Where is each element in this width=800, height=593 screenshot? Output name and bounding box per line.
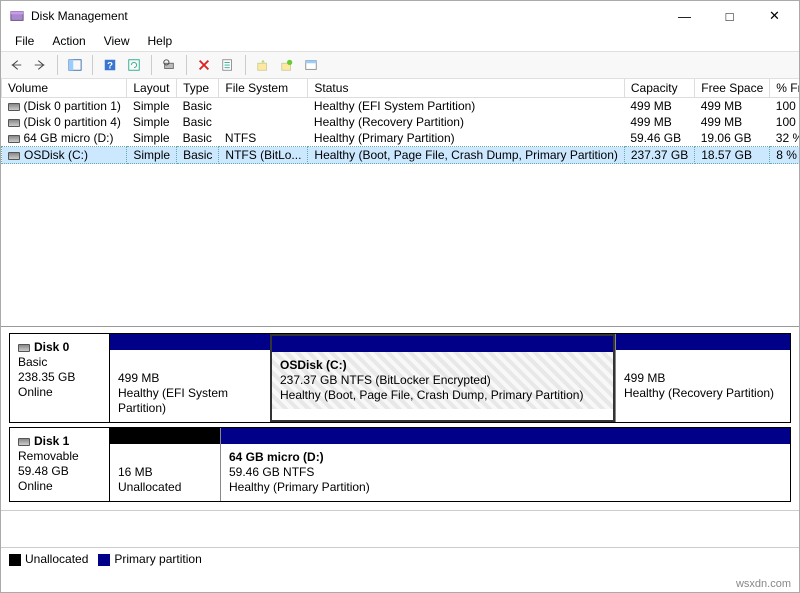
toolbar-separator <box>151 55 152 75</box>
refresh-button[interactable] <box>123 54 145 76</box>
volume-row[interactable]: (Disk 0 partition 1)SimpleBasicHealthy (… <box>2 98 800 115</box>
disk0-partition-recovery[interactable]: 499 MBHealthy (Recovery Partition) <box>615 334 790 422</box>
menu-help[interactable]: Help <box>140 32 181 50</box>
show-hide-button[interactable] <box>64 54 86 76</box>
legend-unallocated: Unallocated <box>25 552 88 566</box>
watermark: wsxdn.com <box>736 578 791 590</box>
col-pct[interactable]: % Free <box>770 79 799 98</box>
maximize-button[interactable]: □ <box>707 2 752 30</box>
col-free[interactable]: Free Space <box>695 79 770 98</box>
toolbar-separator <box>186 55 187 75</box>
wizard-button-3[interactable] <box>300 54 322 76</box>
disk0-partition-1[interactable]: 499 MBHealthy (EFI System Partition) <box>110 334 270 422</box>
svg-text:?: ? <box>107 61 113 72</box>
menu-action[interactable]: Action <box>44 32 93 50</box>
properties-button[interactable] <box>217 54 239 76</box>
disk0-partition-osdisk[interactable]: OSDisk (C:)237.37 GB NTFS (BitLocker Enc… <box>270 334 615 422</box>
window-title: Disk Management <box>31 9 662 23</box>
wizard-button-2[interactable] <box>276 54 298 76</box>
disk-icon <box>18 344 30 352</box>
back-button[interactable] <box>5 54 27 76</box>
disk-0-row[interactable]: Disk 0 Basic 238.35 GB Online 499 MBHeal… <box>9 333 791 423</box>
wizard-button-1[interactable] <box>252 54 274 76</box>
disk-0-info: Disk 0 Basic 238.35 GB Online <box>10 334 110 422</box>
disk-1-row[interactable]: Disk 1 Removable 59.48 GB Online 16 MBUn… <box>9 427 791 502</box>
legend-primary: Primary partition <box>114 552 201 566</box>
disk-icon <box>18 438 30 446</box>
disk-map: Disk 0 Basic 238.35 GB Online 499 MBHeal… <box>1 327 799 511</box>
legend: Unallocated Primary partition <box>1 547 799 570</box>
help-button[interactable]: ? <box>99 54 121 76</box>
menu-view[interactable]: View <box>96 32 138 50</box>
disk-1-info: Disk 1 Removable 59.48 GB Online <box>10 428 110 501</box>
volume-row[interactable]: OSDisk (C:)SimpleBasicNTFS (BitLo...Heal… <box>2 147 800 164</box>
volume-row[interactable]: (Disk 0 partition 4)SimpleBasicHealthy (… <box>2 114 800 130</box>
app-icon <box>9 8 25 24</box>
col-fs[interactable]: File System <box>219 79 308 98</box>
menubar: File Action View Help <box>1 31 799 51</box>
toolbar-separator <box>245 55 246 75</box>
volume-row[interactable]: 64 GB micro (D:)SimpleBasicNTFSHealthy (… <box>2 130 800 147</box>
delete-button[interactable] <box>193 54 215 76</box>
rescan-button[interactable] <box>158 54 180 76</box>
menu-file[interactable]: File <box>7 32 42 50</box>
col-type[interactable]: Type <box>177 79 219 98</box>
disk1-partition-micro[interactable]: 64 GB micro (D:)59.46 GB NTFSHealthy (Pr… <box>220 428 790 501</box>
toolbar: ? <box>1 51 799 79</box>
volume-list[interactable]: Volume Layout Type File System Status Ca… <box>1 79 799 327</box>
col-volume[interactable]: Volume <box>2 79 127 98</box>
toolbar-separator <box>92 55 93 75</box>
col-layout[interactable]: Layout <box>127 79 177 98</box>
forward-button[interactable] <box>29 54 51 76</box>
disk1-unallocated[interactable]: 16 MBUnallocated <box>110 428 220 501</box>
close-button[interactable]: ✕ <box>752 2 797 30</box>
toolbar-separator <box>57 55 58 75</box>
titlebar: Disk Management — □ ✕ <box>1 1 799 31</box>
col-capacity[interactable]: Capacity <box>624 79 694 98</box>
col-status[interactable]: Status <box>308 79 624 98</box>
minimize-button[interactable]: — <box>662 2 707 30</box>
